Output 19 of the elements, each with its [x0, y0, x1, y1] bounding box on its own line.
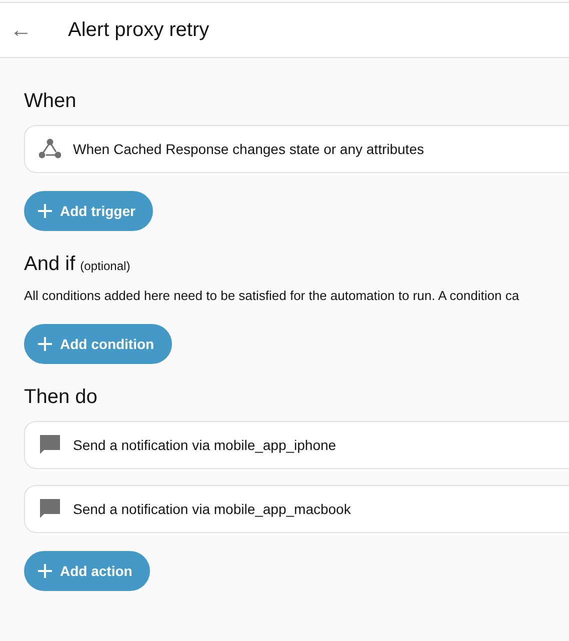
section-heading: Then do [24, 386, 98, 409]
plus-icon [38, 564, 52, 578]
action-card[interactable]: Send a notification via mobile_app_iphone [24, 421, 569, 469]
section-description: All conditions added here need to be satisfied for the automation to run. A condition ca [24, 288, 520, 303]
message-icon [39, 434, 61, 456]
section-heading: When [24, 90, 76, 113]
add-button[interactable]: Add trigger [24, 191, 154, 231]
optional-note: (optional) [80, 259, 130, 273]
message-icon [39, 498, 61, 520]
action-card[interactable]: Send a notification via mobile_app_macbook [24, 485, 569, 533]
plus-icon [38, 204, 52, 218]
page-title: Alert proxy retry [68, 18, 210, 42]
add-button[interactable]: Add condition [24, 324, 172, 364]
section-heading: And if [24, 253, 76, 276]
back-icon[interactable]: ← [10, 19, 30, 41]
trigger-card[interactable]: When Cached Response changes state or any attributes [24, 125, 569, 173]
plus-icon [38, 337, 52, 351]
add-button[interactable]: Add action [24, 551, 150, 591]
nodes-icon [39, 138, 61, 160]
